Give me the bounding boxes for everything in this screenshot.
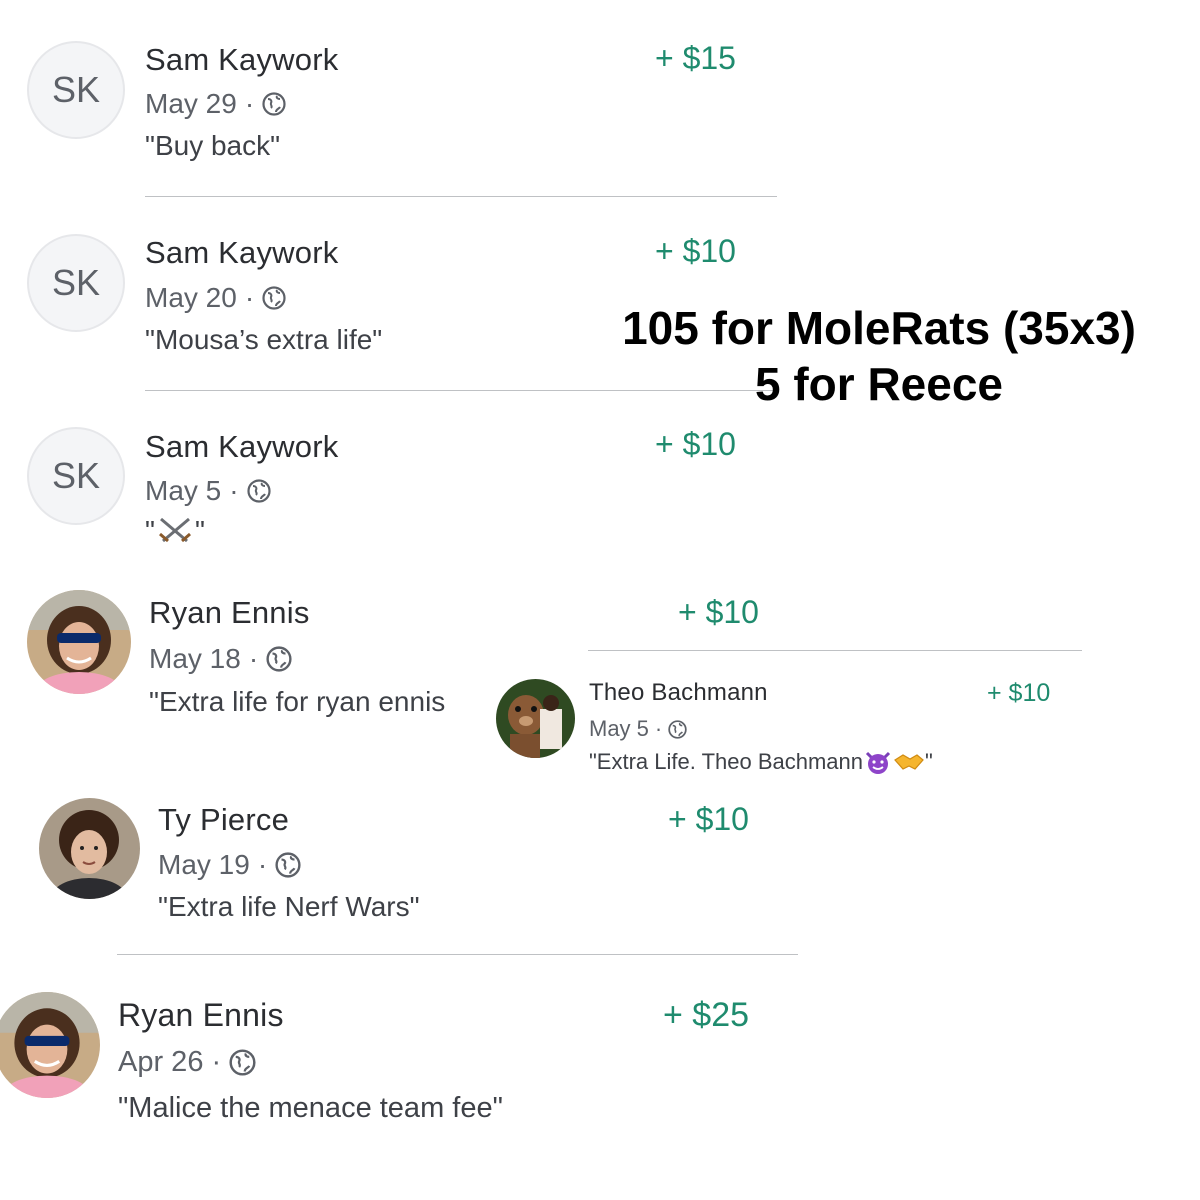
globe-icon bbox=[275, 852, 301, 878]
transaction-note: "Buy back" bbox=[145, 130, 281, 161]
overlay-line-2: 5 for Reece bbox=[754, 358, 1003, 410]
overlay-line-1: 105 for MoleRats (35x3) bbox=[622, 302, 1136, 354]
payer-name: Sam Kaywork bbox=[145, 429, 339, 464]
transaction-amount: + $10 bbox=[987, 679, 1051, 707]
transaction-note: "Extra life for ryan ennis bbox=[149, 686, 446, 717]
avatar: SK bbox=[27, 234, 125, 332]
transaction-amount: + $10 bbox=[668, 801, 749, 837]
globe-icon bbox=[668, 719, 687, 739]
crossed-swords-icon bbox=[158, 517, 191, 543]
avatar bbox=[0, 992, 100, 1098]
avatar bbox=[496, 679, 575, 758]
avatar bbox=[27, 590, 131, 694]
avatar: SK bbox=[27, 41, 125, 139]
divider bbox=[145, 196, 777, 197]
transaction-amount: + $15 bbox=[655, 40, 736, 76]
transaction-note: " " bbox=[145, 515, 205, 546]
smiling-devil-icon bbox=[865, 751, 891, 774]
avatar bbox=[39, 798, 140, 899]
globe-icon bbox=[246, 479, 271, 503]
transaction-date: May 20 · bbox=[145, 282, 286, 314]
transaction-date: May 5 · bbox=[589, 716, 687, 742]
globe-icon bbox=[262, 92, 286, 116]
transaction-note: "Malice the menace team fee" bbox=[118, 1092, 503, 1124]
transaction-amount: + $25 bbox=[663, 996, 750, 1034]
handshake-icon bbox=[894, 754, 924, 770]
transaction-note: "Mousa’s extra life" bbox=[145, 324, 383, 355]
overlay-annotation: 105 for MoleRats (35x3) 5 for Reece bbox=[588, 300, 1170, 412]
divider bbox=[117, 954, 798, 955]
transaction-note: "Extra life Nerf Wars" bbox=[158, 891, 420, 922]
transaction-date: Apr 26 · bbox=[118, 1046, 256, 1079]
transaction-date: May 19 · bbox=[158, 849, 301, 881]
payer-name: Ty Pierce bbox=[158, 802, 290, 837]
divider bbox=[588, 650, 1082, 651]
transaction-note: "Extra Life. Theo Bachmann " bbox=[589, 749, 933, 774]
payer-name: Theo Bachmann bbox=[589, 679, 768, 706]
transaction-date: May 29 · bbox=[145, 88, 286, 120]
avatar: SK bbox=[27, 427, 125, 525]
globe-icon bbox=[262, 286, 286, 310]
transaction-date: May 18 · bbox=[149, 643, 292, 675]
transaction-amount: + $10 bbox=[678, 594, 759, 630]
globe-icon bbox=[229, 1049, 256, 1076]
payer-name: Ryan Ennis bbox=[149, 595, 310, 630]
transaction-date: May 5 · bbox=[145, 475, 271, 507]
payer-name: Sam Kaywork bbox=[145, 42, 339, 77]
transaction-amount: + $10 bbox=[655, 233, 736, 269]
payer-name: Ryan Ennis bbox=[118, 997, 284, 1033]
globe-icon bbox=[266, 646, 292, 672]
transaction-amount: + $10 bbox=[655, 426, 736, 462]
payer-name: Sam Kaywork bbox=[145, 235, 339, 270]
